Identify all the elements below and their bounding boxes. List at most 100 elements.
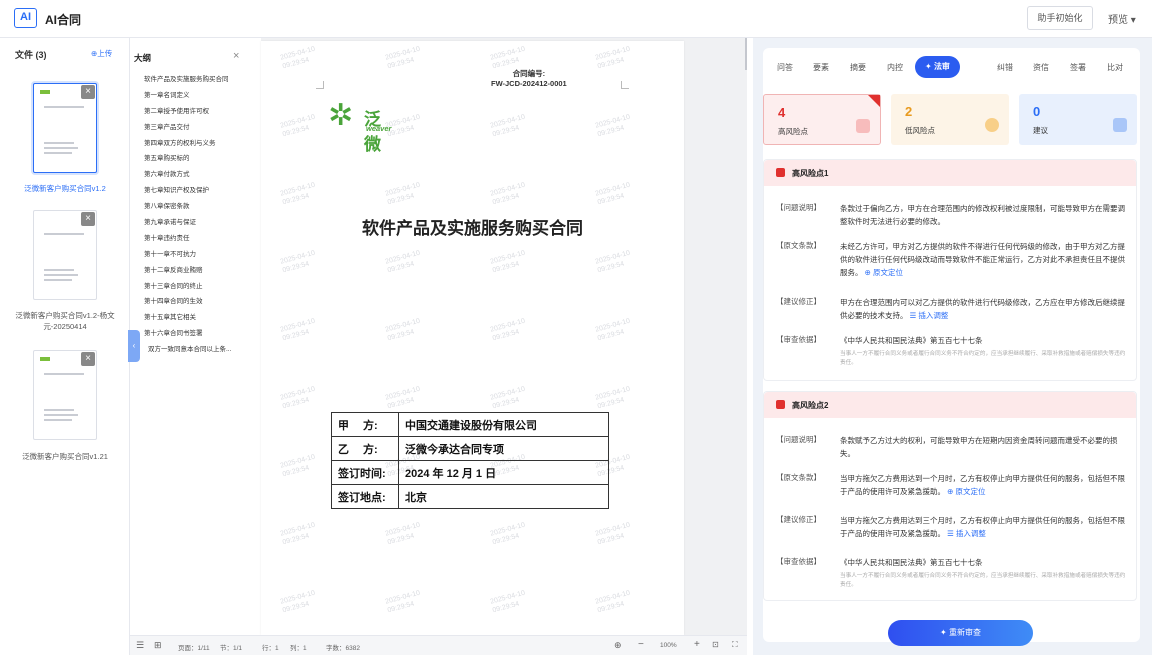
tab-compare[interactable]: 比对: [1107, 62, 1123, 73]
file-name[interactable]: 泛微新客户购买合同v1.2: [0, 183, 130, 194]
document-page: 2025-04-10 09:29:54 2025-04-10 09:29:54 20…: [261, 41, 684, 635]
risk-basis-key: 【审查依据】: [776, 557, 821, 566]
upload-button[interactable]: ⊕上传: [91, 48, 112, 59]
selected-corner-icon: [868, 95, 880, 107]
close-icon[interactable]: ×: [81, 352, 95, 366]
review-tabs: 问答 要素 摘要 内控 ✦ 法审 纠错 资信 签署 比对: [763, 56, 1140, 78]
watermark-text: 2025-04-10 09:29:54: [384, 317, 421, 343]
watermark-text: 2025-04-10 09:29:54: [279, 385, 316, 411]
outline-item[interactable]: 第十六章合同书签署: [144, 326, 259, 342]
suggestion-count: 0: [1033, 104, 1041, 119]
watermark-text: 2025-04-10 09:29:54: [384, 181, 421, 207]
document-area: 2025-04-10 09:29:54 2025-04-10 09:29:54 20…: [261, 38, 747, 635]
status-bar: ☰ ⊞ 页面：1/11 节：1/1 行：1 列：1 字数：6382 ⊕ − 10…: [130, 635, 747, 655]
party-value[interactable]: 泛微今承达合同专项: [398, 436, 609, 461]
outline-item[interactable]: 第五章购买标的: [144, 151, 259, 167]
warning-icon: [985, 118, 999, 132]
outline-item[interactable]: 第七章知识产权及保护: [144, 183, 259, 199]
tab-summary[interactable]: 摘要: [850, 62, 866, 73]
alarm-icon: [856, 119, 870, 133]
list-view-icon[interactable]: ☰: [136, 640, 144, 651]
risk-fix-text: 甲方在合理范围内可以对乙方提供的软件进行代码级修改，乙方应在甲方修改后继续提供必…: [840, 298, 1125, 320]
watermark-text: 2025-04-10 09:29:54: [279, 45, 316, 71]
watermark-text: 2025-04-10 09:29:54: [489, 181, 526, 207]
message-icon: [1113, 118, 1127, 132]
outline-item[interactable]: 第六章付款方式: [144, 167, 259, 183]
outline-item[interactable]: 第十四章合同的生效: [144, 294, 259, 310]
outline-item[interactable]: 第十一章不可抗力: [144, 247, 259, 263]
outline-item[interactable]: 第十章违约责任: [144, 231, 259, 247]
contract-number-label: 合同编号:: [512, 69, 546, 78]
app-logo: AI: [14, 8, 37, 28]
low-risk-count: 2: [905, 104, 913, 119]
watermark-text: 2025-04-10 09:29:54: [594, 521, 631, 547]
close-icon[interactable]: ×: [81, 212, 95, 226]
outline-item[interactable]: 第八章保密条款: [144, 199, 259, 215]
risk-fix-clause: 当甲方拖欠乙方费用达到三个月时，乙方有权停止向甲方提供任何的服务，包括但不限于产…: [840, 514, 1130, 540]
table-row: 签订地点: 北京: [331, 484, 609, 509]
collapse-outline-chevron-icon[interactable]: ‹: [128, 330, 140, 362]
globe-icon[interactable]: ⊕: [614, 640, 622, 651]
tab-elements[interactable]: 要素: [813, 62, 829, 73]
tab-legal-review-label: 法审: [933, 62, 950, 71]
risk-card: 高风险点2 【问题说明】 条款赋予乙方过大的权利，可能导致甲方在短期内因资金周转…: [763, 391, 1137, 601]
thumb-logo: [40, 90, 50, 94]
outline-item[interactable]: 第十二章反商业贿赂: [144, 263, 259, 279]
locate-original-link[interactable]: ⊕ 原文定位: [947, 487, 985, 496]
tab-legal-review[interactable]: ✦ 法审: [915, 56, 960, 78]
table-row: 乙 方: 泛微今承达合同专项: [331, 436, 609, 461]
risk-header: 高风险点1: [764, 160, 1136, 186]
party-value[interactable]: 2024 年 12 月 1 日: [398, 460, 609, 485]
outline-item[interactable]: 双方一致同意本合同以上条...: [144, 342, 259, 358]
zoom-out-icon[interactable]: −: [638, 639, 644, 650]
close-icon[interactable]: ×: [233, 50, 239, 62]
outline-item[interactable]: 第二章授予使用许可权: [144, 104, 259, 120]
vertical-scrollbar[interactable]: [745, 38, 747, 70]
outline-item[interactable]: 第十五章其它相关: [144, 310, 259, 326]
watermark-text: 2025-04-10 09:29:54: [489, 45, 526, 71]
file-thumbnail[interactable]: ×: [33, 83, 97, 173]
file-name[interactable]: 泛微新客户购买合同v1.21: [0, 451, 130, 462]
high-risk-count-card[interactable]: 4 高风险点: [763, 94, 881, 145]
preview-dropdown[interactable]: 预览 ▾: [1108, 11, 1136, 26]
tab-signature[interactable]: 签署: [1070, 62, 1086, 73]
watermark-text: 2025-04-10 09:29:54: [279, 181, 316, 207]
outline-item[interactable]: 第四章双方的权利与义务: [144, 136, 259, 152]
tab-correction[interactable]: 纠错: [997, 62, 1013, 73]
tab-credit[interactable]: 资信: [1033, 62, 1049, 73]
zoom-in-icon[interactable]: +: [694, 639, 700, 650]
suggestion-count-card[interactable]: 0 建议: [1019, 94, 1137, 145]
watermark-text: 2025-04-10 09:29:54: [489, 249, 526, 275]
file-thumbnail[interactable]: ×: [33, 350, 97, 440]
close-icon[interactable]: ×: [81, 85, 95, 99]
outline-item[interactable]: 第三章产品交付: [144, 120, 259, 136]
page-corner-mark: [316, 81, 324, 89]
party-value[interactable]: 中国交通建设股份有限公司: [398, 412, 609, 437]
outline-item[interactable]: 第十三章合同的终止: [144, 279, 259, 295]
outline-item[interactable]: 第九章承诺与保证: [144, 215, 259, 231]
watermark-text: 2025-04-10 09:29:54: [279, 249, 316, 275]
risk-original-clause: 当甲方拖欠乙方费用达到一个月时，乙方有权停止向甲方提供任何的服务，包括但不限于产…: [840, 472, 1130, 498]
insert-adjustment-link[interactable]: ☰ 插入调整: [910, 311, 949, 320]
insert-adjustment-link[interactable]: ☰ 插入调整: [947, 529, 986, 538]
contract-number: 合同编号: FW-JCD-202412-0001: [491, 69, 567, 89]
file-thumbnail[interactable]: ×: [33, 210, 97, 300]
fullscreen-icon[interactable]: ⛶: [732, 640, 738, 650]
outline-item[interactable]: 第一章名词定义: [144, 88, 259, 104]
watermark-text: 2025-04-10 09:29:54: [594, 317, 631, 343]
risk-basis-key: 【审查依据】: [776, 335, 821, 344]
risk-fix-key: 【建议修正】: [776, 515, 821, 524]
file-name[interactable]: 泛微新客户购买合同v1.2-杨文元-20250414: [0, 310, 130, 332]
outline-item[interactable]: 软件产品及实施服务购买合同: [144, 72, 259, 88]
risk-original-clause: 未经乙方许可，甲方对乙方提供的软件不得进行任何代码级的修改，由于甲方对乙方提供的…: [840, 240, 1130, 279]
fit-page-icon[interactable]: ⊡: [712, 640, 719, 649]
tab-qa[interactable]: 问答: [777, 62, 793, 73]
locate-original-link[interactable]: ⊕ 原文定位: [865, 268, 903, 277]
tab-internal-control[interactable]: 内控: [887, 62, 903, 73]
recheck-button[interactable]: ✦ 重新审查: [888, 620, 1033, 646]
outline-title: 大纲: [134, 53, 152, 63]
party-value[interactable]: 北京: [398, 484, 609, 509]
assistant-init-button[interactable]: 助手初始化: [1027, 6, 1093, 30]
low-risk-count-card[interactable]: 2 低风险点: [891, 94, 1009, 145]
grid-view-icon[interactable]: ⊞: [154, 640, 162, 651]
